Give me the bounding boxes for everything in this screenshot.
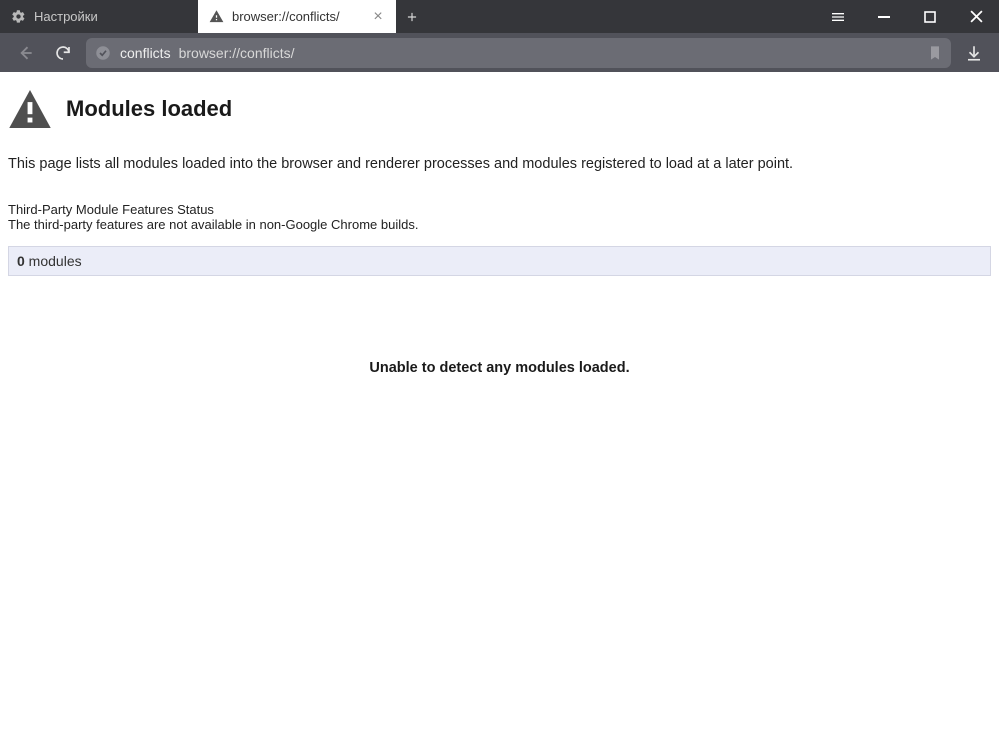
- page-header: Modules loaded: [8, 90, 991, 128]
- tab-settings[interactable]: Настройки: [0, 0, 198, 33]
- reload-button[interactable]: [48, 38, 78, 68]
- tab-conflicts[interactable]: browser://conflicts/ ×: [198, 0, 396, 33]
- close-button[interactable]: [953, 0, 999, 33]
- page-title: Modules loaded: [66, 96, 232, 122]
- back-button[interactable]: [10, 38, 40, 68]
- window-controls: [815, 0, 999, 33]
- menu-button[interactable]: [815, 0, 861, 33]
- tpm-status-title: Third-Party Module Features Status: [8, 202, 991, 217]
- address-chip: conflicts: [120, 45, 171, 61]
- address-url: browser://conflicts/: [179, 45, 295, 61]
- bookmark-icon[interactable]: [927, 45, 943, 61]
- new-tab-button[interactable]: [396, 0, 428, 33]
- site-identity-icon[interactable]: [94, 44, 112, 62]
- address-bar[interactable]: conflicts browser://conflicts/: [86, 38, 951, 68]
- title-bar: Настройки browser://conflicts/ ×: [0, 0, 999, 33]
- page-content: Modules loaded This page lists all modul…: [0, 72, 999, 376]
- toolbar: conflicts browser://conflicts/: [0, 33, 999, 72]
- tpm-status-desc: The third-party features are not availab…: [8, 217, 991, 232]
- gear-icon: [10, 9, 26, 25]
- tab-label: browser://conflicts/: [232, 9, 340, 24]
- modules-count-bar: 0 modules: [8, 246, 991, 276]
- modules-label: modules: [25, 253, 82, 269]
- empty-message: Unable to detect any modules loaded.: [8, 360, 991, 376]
- warning-icon: [208, 9, 224, 25]
- warning-triangle-icon: [8, 90, 52, 128]
- tab-close-button[interactable]: ×: [370, 8, 386, 26]
- minimize-button[interactable]: [861, 0, 907, 33]
- modules-count: 0: [17, 253, 25, 269]
- maximize-button[interactable]: [907, 0, 953, 33]
- downloads-button[interactable]: [959, 38, 989, 68]
- tab-label: Настройки: [34, 9, 98, 24]
- page-description: This page lists all modules loaded into …: [8, 154, 991, 176]
